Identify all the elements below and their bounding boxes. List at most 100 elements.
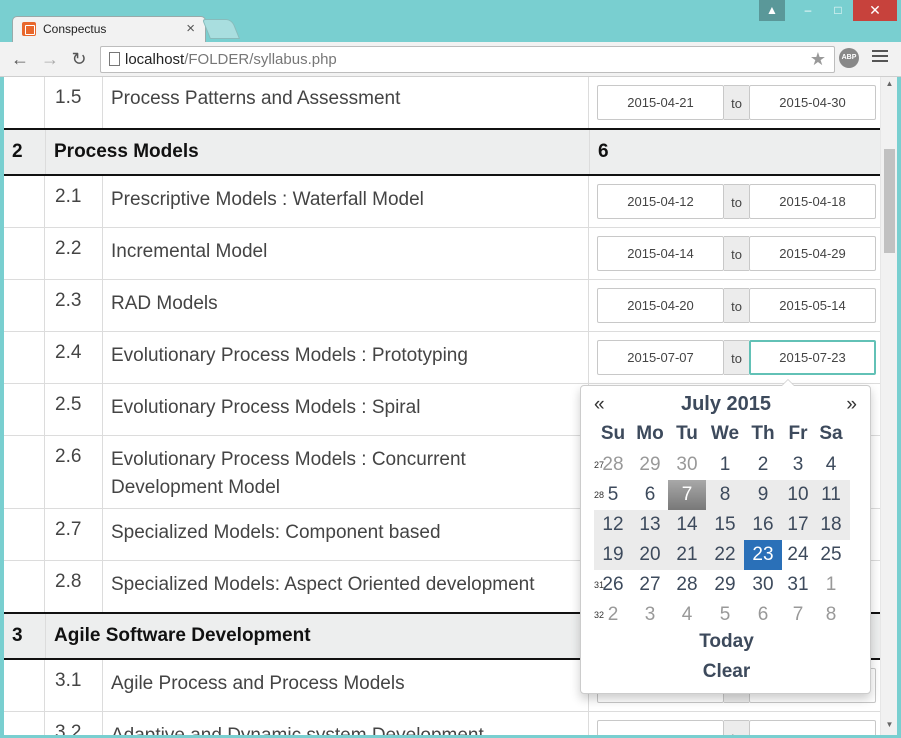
vertical-scrollbar[interactable]: ▲ ▼ — [880, 77, 897, 735]
topic-number: 3.2 — [55, 722, 82, 735]
calendar-day[interactable]: 3 — [780, 450, 816, 480]
topic-title: Prescriptive Models : Waterfall Model — [111, 189, 424, 210]
weekday-header: Th — [751, 423, 775, 444]
calendar-day[interactable]: 14 — [668, 510, 706, 540]
topic-title: RAD Models — [111, 293, 218, 314]
end-date-input[interactable]: 2015-04-18 — [749, 184, 876, 219]
range-separator: to — [724, 236, 749, 271]
calendar-day[interactable]: 6 — [745, 600, 781, 630]
address-bar[interactable]: localhost/FOLDER/syllabus.php ★ — [100, 46, 835, 73]
calendar-day[interactable]: 15 — [706, 510, 744, 540]
topic-number: 2.2 — [55, 238, 82, 259]
maximize-button[interactable]: □ — [823, 0, 853, 21]
calendar-day[interactable]: 5 — [707, 600, 743, 630]
close-window-button[interactable]: ✕ — [853, 0, 897, 21]
weekday-header: We — [710, 423, 740, 444]
calendar-day[interactable]: 30 — [745, 570, 781, 600]
end-date-input[interactable]: 2015-04-29 — [749, 236, 876, 271]
calendar-day[interactable]: 2 — [595, 600, 631, 630]
browser-toolbar: ← → ↻ localhost/FOLDER/syllabus.php ★ AB… — [0, 42, 901, 77]
weekday-header: Mo — [636, 423, 664, 444]
topic-number: 2.3 — [55, 290, 82, 311]
calendar-day[interactable]: 16 — [744, 510, 782, 540]
calendar-day[interactable]: 6 — [632, 480, 668, 510]
calendar-day[interactable]: 2 — [745, 450, 781, 480]
end-date-input[interactable]: 2015-04-30 — [749, 85, 876, 120]
calendar-day[interactable]: 21 — [668, 540, 706, 570]
end-date-input[interactable] — [749, 720, 876, 735]
start-date-input[interactable]: 2015-04-21 — [597, 85, 724, 120]
end-date-input[interactable]: 2015-07-23 — [749, 340, 876, 375]
user-profile-icon[interactable]: ▲ — [759, 0, 785, 21]
calendar-day[interactable]: 25 — [813, 540, 849, 570]
scroll-up-icon[interactable]: ▲ — [881, 79, 898, 88]
start-date-input[interactable]: 2015-04-12 — [597, 184, 724, 219]
start-date-input[interactable]: 2015-04-14 — [597, 236, 724, 271]
calendar-day[interactable]: 27 — [632, 570, 668, 600]
calendar-day[interactable]: 1 — [707, 450, 743, 480]
back-arrow-icon[interactable]: ← — [8, 47, 32, 71]
date-range: 2015-04-12 to 2015-04-18 — [597, 184, 876, 219]
prev-month-button[interactable]: « — [594, 394, 605, 416]
table-row: 3.2 Adaptive and Dynamic system Developm… — [4, 712, 880, 735]
calendar-day[interactable]: 4 — [813, 450, 849, 480]
start-date-input[interactable] — [597, 720, 724, 735]
calendar-day[interactable]: 20 — [631, 540, 669, 570]
table-row: 1.5 Process Patterns and Assessment 2015… — [4, 77, 880, 129]
calendar-day[interactable]: 3 — [632, 600, 668, 630]
topic-title: Adaptive and Dynamic system Development — [111, 722, 581, 735]
minimize-button[interactable]: – — [793, 0, 823, 21]
today-button[interactable]: Today — [581, 631, 872, 653]
calendar-day[interactable]: 4 — [669, 600, 705, 630]
date-range: 2015-04-14 to 2015-04-29 — [597, 236, 876, 271]
calendar-day[interactable]: 29 — [707, 570, 743, 600]
calendar-day[interactable]: 22 — [706, 540, 744, 570]
clear-button[interactable]: Clear — [581, 661, 872, 683]
datepicker-month-title[interactable]: July 2015 — [636, 393, 816, 416]
calendar-day[interactable]: 1 — [813, 570, 849, 600]
calendar-day[interactable]: 23 — [744, 540, 782, 570]
calendar-day[interactable]: 29 — [632, 450, 668, 480]
tab-close-icon[interactable]: × — [186, 20, 195, 37]
calendar-day[interactable]: 13 — [631, 510, 669, 540]
datepicker-popup: « July 2015 » Su Mo Tu We Th Fr Sa 27 28 29 30 1 2 3 4… — [580, 379, 872, 694]
url-path: /FOLDER/syllabus.php — [184, 51, 337, 68]
bookmark-star-icon[interactable]: ★ — [810, 49, 826, 70]
adblock-plus-icon[interactable]: ABP — [839, 48, 859, 68]
calendar-day[interactable]: 28 — [595, 450, 631, 480]
next-month-button[interactable]: » — [846, 394, 857, 416]
topic-title: Evolutionary Process Models : Spiral — [111, 397, 421, 418]
calendar-day[interactable]: 26 — [595, 570, 631, 600]
calendar-day[interactable]: 11 — [812, 480, 850, 510]
calendar-day[interactable]: 19 — [594, 540, 632, 570]
topic-title: Specialized Models: Component based — [111, 522, 441, 543]
forward-arrow-icon[interactable]: → — [38, 47, 62, 71]
start-date-input[interactable]: 2015-04-20 — [597, 288, 724, 323]
calendar-day[interactable]: 8 — [706, 480, 744, 510]
date-range: 2015-07-07 to 2015-07-23 — [597, 340, 876, 375]
calendar-day[interactable]: 31 — [780, 570, 816, 600]
end-date-input[interactable]: 2015-05-14 — [749, 288, 876, 323]
topic-number: 2.7 — [55, 519, 82, 540]
browser-tab[interactable]: Conspectus × — [12, 16, 206, 42]
url-text[interactable]: localhost/FOLDER/syllabus.php — [125, 51, 337, 68]
chrome-menu-icon[interactable] — [872, 50, 888, 64]
reload-icon[interactable]: ↻ — [67, 47, 91, 71]
calendar-day[interactable]: 7 — [668, 480, 706, 510]
calendar-day[interactable]: 28 — [669, 570, 705, 600]
calendar-day[interactable]: 7 — [780, 600, 816, 630]
scroll-thumb[interactable] — [884, 149, 895, 253]
calendar-day[interactable]: 18 — [812, 510, 850, 540]
calendar-day[interactable]: 9 — [744, 480, 782, 510]
scroll-down-icon[interactable]: ▼ — [881, 720, 898, 729]
start-date-input[interactable]: 2015-07-07 — [597, 340, 724, 375]
range-separator: to — [724, 340, 749, 375]
topic-number: 2.1 — [55, 186, 82, 207]
calendar-day[interactable]: 8 — [813, 600, 849, 630]
calendar-day[interactable]: 30 — [669, 450, 705, 480]
calendar-day[interactable]: 5 — [595, 480, 631, 510]
calendar-day[interactable]: 12 — [594, 510, 632, 540]
new-tab-button[interactable] — [201, 19, 241, 39]
calendar-day[interactable]: 24 — [780, 540, 816, 570]
date-range: to — [597, 720, 876, 735]
